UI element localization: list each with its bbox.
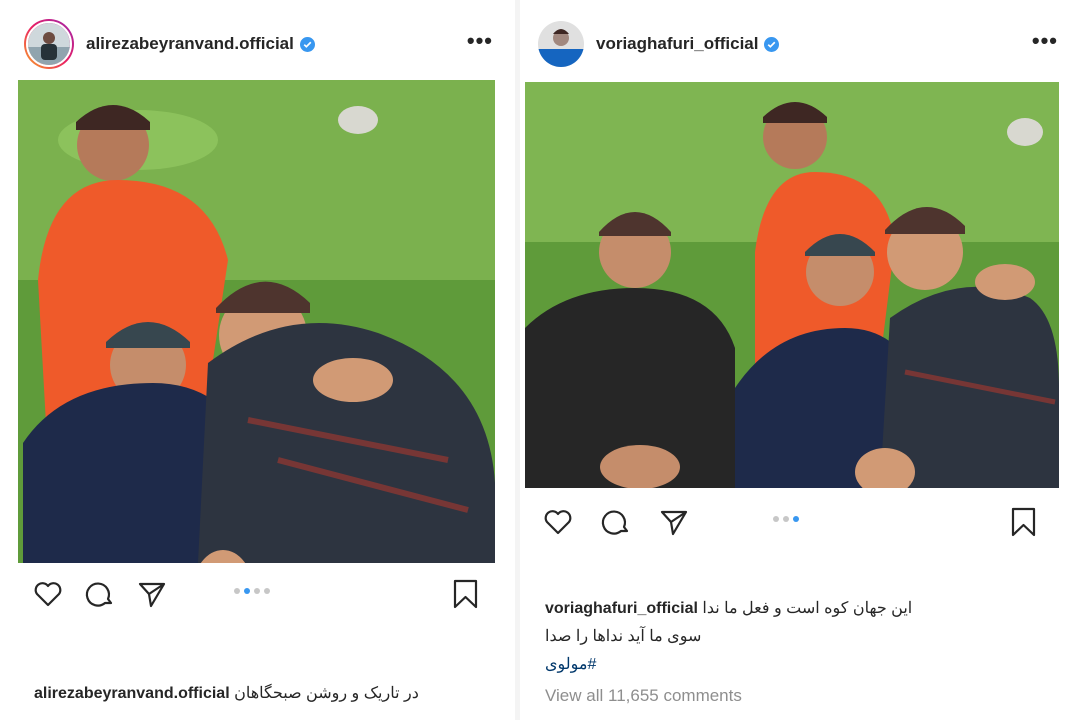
post-photo[interactable] xyxy=(525,82,1059,488)
post-actions xyxy=(520,500,1080,544)
bookmark-icon[interactable] xyxy=(450,578,482,610)
share-icon[interactable] xyxy=(658,506,690,538)
heart-icon[interactable] xyxy=(32,578,64,610)
more-icon[interactable]: ••• xyxy=(1032,28,1058,54)
avatar-story-ring[interactable] xyxy=(24,19,74,69)
verified-icon xyxy=(299,36,315,52)
share-icon[interactable] xyxy=(136,578,168,610)
post-header: alirezabeyranvand.official ••• xyxy=(0,14,515,74)
caption-username[interactable]: voriaghafuri_official xyxy=(545,600,698,617)
more-icon[interactable]: ••• xyxy=(467,28,493,54)
caption-username[interactable]: alirezabeyranvand.official xyxy=(34,685,230,702)
carousel-dot-active xyxy=(244,588,250,594)
post-photo[interactable] xyxy=(18,80,495,563)
carousel-indicator xyxy=(234,588,270,594)
avatar[interactable] xyxy=(26,21,72,67)
username[interactable]: alirezabeyranvand.official xyxy=(86,34,294,54)
comment-icon[interactable] xyxy=(84,578,116,610)
view-all-comments-link[interactable]: View all 11,655 comments xyxy=(545,686,742,706)
carousel-dot xyxy=(264,588,270,594)
caption-text-line2: سوی ما آید نداها را صدا xyxy=(545,628,702,645)
comment-icon[interactable] xyxy=(600,506,632,538)
carousel-indicator xyxy=(773,516,799,522)
caption-hashtag[interactable]: #مولوی xyxy=(545,654,596,674)
bookmark-icon[interactable] xyxy=(1008,506,1040,538)
carousel-dot-active xyxy=(793,516,799,522)
avatar[interactable] xyxy=(538,21,584,67)
caption: voriaghafuri_official این جهان کوه است و… xyxy=(545,598,912,618)
caption-text-line1: این جهان کوه است و فعل ما ندا xyxy=(702,600,913,617)
carousel-dot xyxy=(783,516,789,522)
post-header: voriaghafuri_official ••• xyxy=(520,14,1080,74)
caption: alirezabeyranvand.official در تاریک و رو… xyxy=(34,683,419,703)
carousel-dot xyxy=(254,588,260,594)
post-actions xyxy=(0,572,515,616)
carousel-dot xyxy=(234,588,240,594)
carousel-dot xyxy=(773,516,779,522)
post-left: alirezabeyranvand.official ••• alirezabe… xyxy=(0,0,515,720)
caption-text: در تاریک و روشن صبحگاهان xyxy=(234,685,419,702)
post-right: voriaghafuri_official ••• voriaghafuri_o… xyxy=(520,0,1080,720)
verified-icon xyxy=(764,36,780,52)
heart-icon[interactable] xyxy=(542,506,574,538)
username[interactable]: voriaghafuri_official xyxy=(596,34,758,54)
